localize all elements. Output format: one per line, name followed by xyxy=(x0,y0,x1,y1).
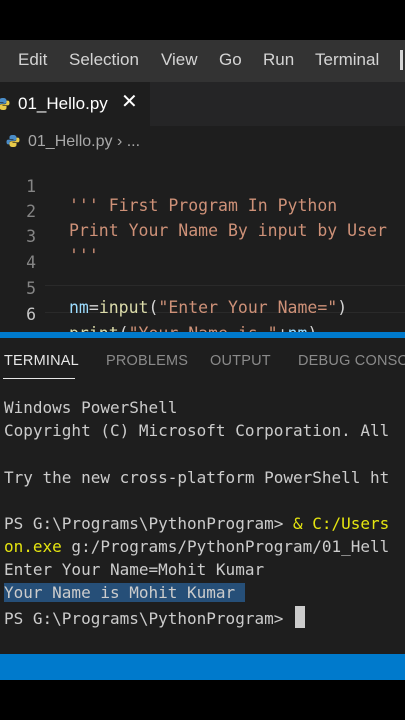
menu-selection[interactable]: Selection xyxy=(69,50,139,70)
menu-view[interactable]: View xyxy=(161,50,198,70)
breadcrumb-file-label: 01_Hello.py xyxy=(28,133,113,150)
menu-edit[interactable]: Edit xyxy=(18,50,47,70)
chevron-right-icon: › xyxy=(116,133,123,150)
menu-overflow-edge xyxy=(400,50,403,70)
tab-problems[interactable]: PROBLEMS xyxy=(106,353,188,369)
breadcrumb-more[interactable]: ... xyxy=(127,133,140,150)
status-bar xyxy=(0,654,405,680)
terminal-command: on.exe xyxy=(4,537,62,556)
menu-terminal[interactable]: Terminal xyxy=(315,50,379,70)
tab-output[interactable]: OUTPUT xyxy=(210,353,271,369)
top-letterbox xyxy=(0,0,405,40)
code-editor[interactable]: 1 ''' First Program In Python 2 Print Yo… xyxy=(0,156,405,343)
code-line-1: 1 ''' First Program In Python xyxy=(0,158,405,215)
tab-label: 01_Hello.py xyxy=(18,94,108,113)
close-icon[interactable]: ✕ xyxy=(121,91,138,113)
menu-run[interactable]: Run xyxy=(263,50,294,70)
terminal-line: Windows PowerShell xyxy=(4,398,178,417)
code-line-2: 2 Print Your Name By input by User xyxy=(0,183,405,240)
terminal-selection: Your Name is Mohit Kumar xyxy=(4,583,245,602)
terminal-line: PS G:\Programs\PythonProgram> xyxy=(4,606,305,628)
terminal-line: Copyright (C) Microsoft Corporation. All xyxy=(4,421,390,440)
breadcrumb: 01_Hello.py › ... xyxy=(0,126,405,156)
code-line-4: 4 xyxy=(0,234,405,272)
tab-01-hello-py[interactable]: 01_Hello.py ✕ xyxy=(0,82,150,126)
menu-bar: Edit Selection View Go Run Terminal xyxy=(0,40,405,82)
terminal-line: on.exe g:/Programs/PythonProgram/01_Hell xyxy=(4,537,389,556)
breadcrumb-file[interactable]: 01_Hello.py › ... xyxy=(28,133,140,151)
terminal-prompt: PS G:\Programs\PythonProgram> xyxy=(4,609,293,628)
terminal-line: Enter Your Name=Mohit Kumar xyxy=(4,560,265,579)
tab-terminal[interactable]: TERMINAL xyxy=(4,353,79,369)
terminal-argument: g:/Programs/PythonProgram/01_Hell xyxy=(61,537,390,556)
line-number: 6 xyxy=(26,305,36,324)
python-file-icon xyxy=(0,98,10,110)
bottom-letterbox xyxy=(0,680,405,720)
terminal-line: Try the new cross-platform PowerShell ht xyxy=(4,468,390,487)
menu-go[interactable]: Go xyxy=(219,50,242,70)
terminal-cursor xyxy=(294,606,305,628)
active-tab-indicator xyxy=(3,378,75,379)
code-line-5: 5 nm=input("Enter Your Name=") xyxy=(0,260,405,317)
code-line-6: 6 print("Your Name is "+nm) xyxy=(0,286,405,343)
tab-debug-console[interactable]: DEBUG CONSOL xyxy=(298,353,405,369)
terminal-line: Your Name is Mohit Kumar xyxy=(4,583,245,602)
terminal-prompt: PS G:\Programs\PythonProgram> xyxy=(4,514,293,533)
bottom-panel: TERMINAL PROBLEMS OUTPUT DEBUG CONSOL Wi… xyxy=(0,338,405,654)
terminal-line: PS G:\Programs\PythonProgram> & C:/Users xyxy=(4,514,389,533)
terminal-command: & C:/Users xyxy=(292,514,390,533)
editor-tab-bar: 01_Hello.py ✕ xyxy=(0,82,405,126)
python-file-icon xyxy=(6,135,20,147)
code-line-3: 3 ''' xyxy=(0,208,405,265)
